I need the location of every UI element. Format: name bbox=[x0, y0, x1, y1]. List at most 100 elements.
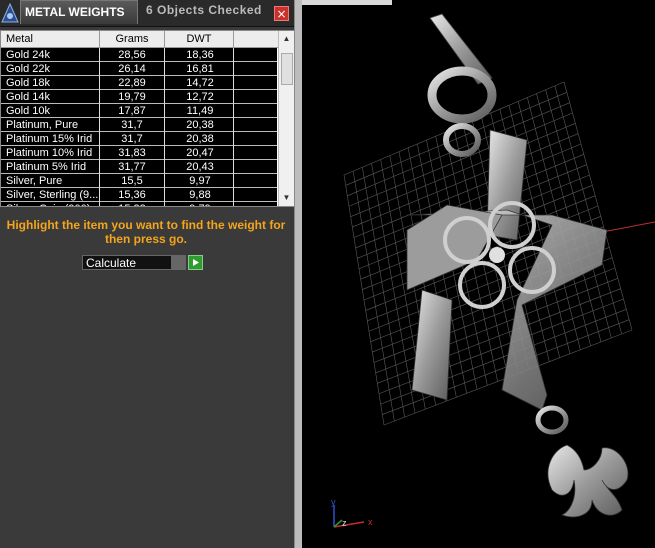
column-separator bbox=[164, 160, 165, 174]
column-header-metal[interactable]: Metal bbox=[1, 31, 100, 47]
column-separator bbox=[233, 174, 234, 188]
column-separator bbox=[233, 104, 234, 118]
cell-dwt: 20,38 bbox=[186, 119, 214, 131]
axis-label-z: z bbox=[342, 518, 347, 528]
cell-dwt: 20,47 bbox=[186, 147, 214, 159]
column-separator bbox=[233, 132, 234, 146]
cell-metal: Gold 22k bbox=[6, 63, 51, 75]
go-button[interactable] bbox=[188, 255, 203, 270]
column-separator bbox=[233, 76, 234, 90]
column-header-dwt[interactable]: DWT bbox=[165, 31, 234, 47]
cell-grams: 31,83 bbox=[118, 147, 146, 159]
cell-grams: 31,77 bbox=[118, 161, 146, 173]
cell-dwt: 12,72 bbox=[186, 91, 214, 103]
table-header: Metal Grams DWT bbox=[1, 31, 279, 48]
cell-metal: Gold 10k bbox=[6, 105, 51, 117]
column-separator bbox=[99, 132, 100, 146]
column-separator bbox=[164, 90, 165, 104]
column-separator bbox=[164, 174, 165, 188]
axis-label-y: y bbox=[331, 497, 336, 507]
dropdown-arrow-icon[interactable] bbox=[171, 256, 185, 269]
cell-dwt: 9,88 bbox=[189, 189, 211, 201]
objects-checked-status: 6 Objects Checked bbox=[146, 3, 262, 17]
column-separator bbox=[99, 188, 100, 202]
column-separator bbox=[164, 202, 165, 206]
x-axis-line bbox=[601, 221, 655, 233]
column-separator bbox=[99, 146, 100, 160]
close-button[interactable]: × bbox=[274, 6, 289, 21]
cell-dwt: 9,97 bbox=[189, 175, 211, 187]
table-body: Gold 24k 28,56 18,36 Gold 22k 26,14 16,81 Gold… bbox=[1, 48, 277, 206]
axis-gizmo: y z x bbox=[331, 497, 373, 528]
grid-line bbox=[545, 89, 612, 338]
cell-dwt: 14,72 bbox=[186, 77, 214, 89]
table-row[interactable]: Gold 18k 22,89 14,72 bbox=[1, 76, 277, 90]
cell-grams: 17,87 bbox=[118, 105, 146, 117]
table-row[interactable]: Silver, Coin (900)15,339,79 bbox=[1, 202, 277, 206]
cell-grams: 19,79 bbox=[118, 91, 146, 103]
column-separator bbox=[164, 48, 165, 62]
cell-dwt: 20,38 bbox=[186, 133, 214, 145]
table-row[interactable]: Platinum 10% Irid 31,83 20,47 bbox=[1, 146, 277, 160]
pendant-model[interactable] bbox=[406, 13, 629, 518]
perspective-viewport[interactable]: y z x bbox=[302, 0, 655, 548]
panel-titlebar: METAL WEIGHTS 6 Objects Checked × bbox=[0, 0, 294, 27]
column-separator bbox=[99, 160, 100, 174]
table-row[interactable]: Gold 22k 26,14 16,81 bbox=[1, 62, 277, 76]
table-row[interactable]: Platinum 15% Irid 31,7 20,38 bbox=[1, 132, 277, 146]
app-logo-icon bbox=[0, 0, 20, 26]
cell-dwt: 11,49 bbox=[186, 105, 214, 117]
cell-grams: 31,7 bbox=[121, 119, 143, 131]
metal-weights-panel: METAL WEIGHTS 6 Objects Checked × Metal … bbox=[0, 0, 294, 548]
column-separator bbox=[99, 76, 100, 90]
column-separator bbox=[99, 118, 100, 132]
column-separator bbox=[233, 202, 234, 206]
table-row[interactable]: Silver, Sterling (9... 15,36 9,88 bbox=[1, 188, 277, 202]
cell-metal: Gold 14k bbox=[6, 91, 51, 103]
column-separator bbox=[99, 62, 100, 76]
cell-grams: 15,36 bbox=[118, 189, 146, 201]
cell-grams: 26,14 bbox=[118, 63, 146, 75]
table-row[interactable]: Gold 14k 19,79 12,72 bbox=[1, 90, 277, 104]
column-separator bbox=[164, 118, 165, 132]
column-header-grams[interactable]: Grams bbox=[100, 31, 165, 47]
table-scrollbar[interactable]: ▲ ▼ bbox=[278, 31, 294, 206]
cell-grams: 15,33 bbox=[101, 202, 163, 206]
viewport-scene: y z x bbox=[331, 13, 655, 528]
panel-title: METAL WEIGHTS bbox=[20, 0, 138, 24]
cell-grams: 31,7 bbox=[121, 133, 143, 145]
column-separator bbox=[233, 90, 234, 104]
column-separator bbox=[164, 104, 165, 118]
calculate-dropdown[interactable]: Calculate bbox=[82, 255, 186, 270]
column-separator bbox=[233, 48, 234, 62]
panel-splitter[interactable] bbox=[294, 0, 302, 548]
column-separator bbox=[233, 188, 234, 202]
axis-label-x: x bbox=[368, 517, 373, 527]
grid-line bbox=[554, 85, 622, 335]
cell-dwt: 20,43 bbox=[186, 161, 214, 173]
table-row[interactable]: Silver, Pure 15,5 9,97 bbox=[1, 174, 277, 188]
column-separator bbox=[164, 188, 165, 202]
column-separator bbox=[164, 146, 165, 160]
table-row[interactable]: Platinum 5% Irid 31,77 20,43 bbox=[1, 160, 277, 174]
cell-metal: Silver, Pure bbox=[6, 175, 63, 187]
column-separator bbox=[233, 146, 234, 160]
scroll-thumb[interactable] bbox=[281, 53, 293, 85]
table-row[interactable]: Gold 24k 28,56 18,36 bbox=[1, 48, 277, 62]
cell-grams: 15,5 bbox=[121, 175, 143, 187]
column-separator bbox=[99, 90, 100, 104]
viewport-label-tab bbox=[302, 0, 392, 5]
scroll-down-arrow-icon[interactable]: ▼ bbox=[279, 190, 294, 206]
column-separator bbox=[233, 118, 234, 132]
cell-dwt: 18,36 bbox=[186, 49, 214, 61]
column-separator bbox=[99, 48, 100, 62]
table-row[interactable]: Gold 10k 17,87 11,49 bbox=[1, 104, 277, 118]
cell-metal: Gold 18k bbox=[6, 77, 51, 89]
cell-grams: 22,89 bbox=[118, 77, 146, 89]
play-icon bbox=[193, 259, 199, 266]
scroll-up-arrow-icon[interactable]: ▲ bbox=[279, 31, 294, 47]
column-separator bbox=[99, 174, 100, 188]
table-row[interactable]: Platinum, Pure 31,7 20,38 bbox=[1, 118, 277, 132]
instructions-text: Highlight the item you want to find the … bbox=[6, 218, 286, 246]
column-separator bbox=[164, 76, 165, 90]
